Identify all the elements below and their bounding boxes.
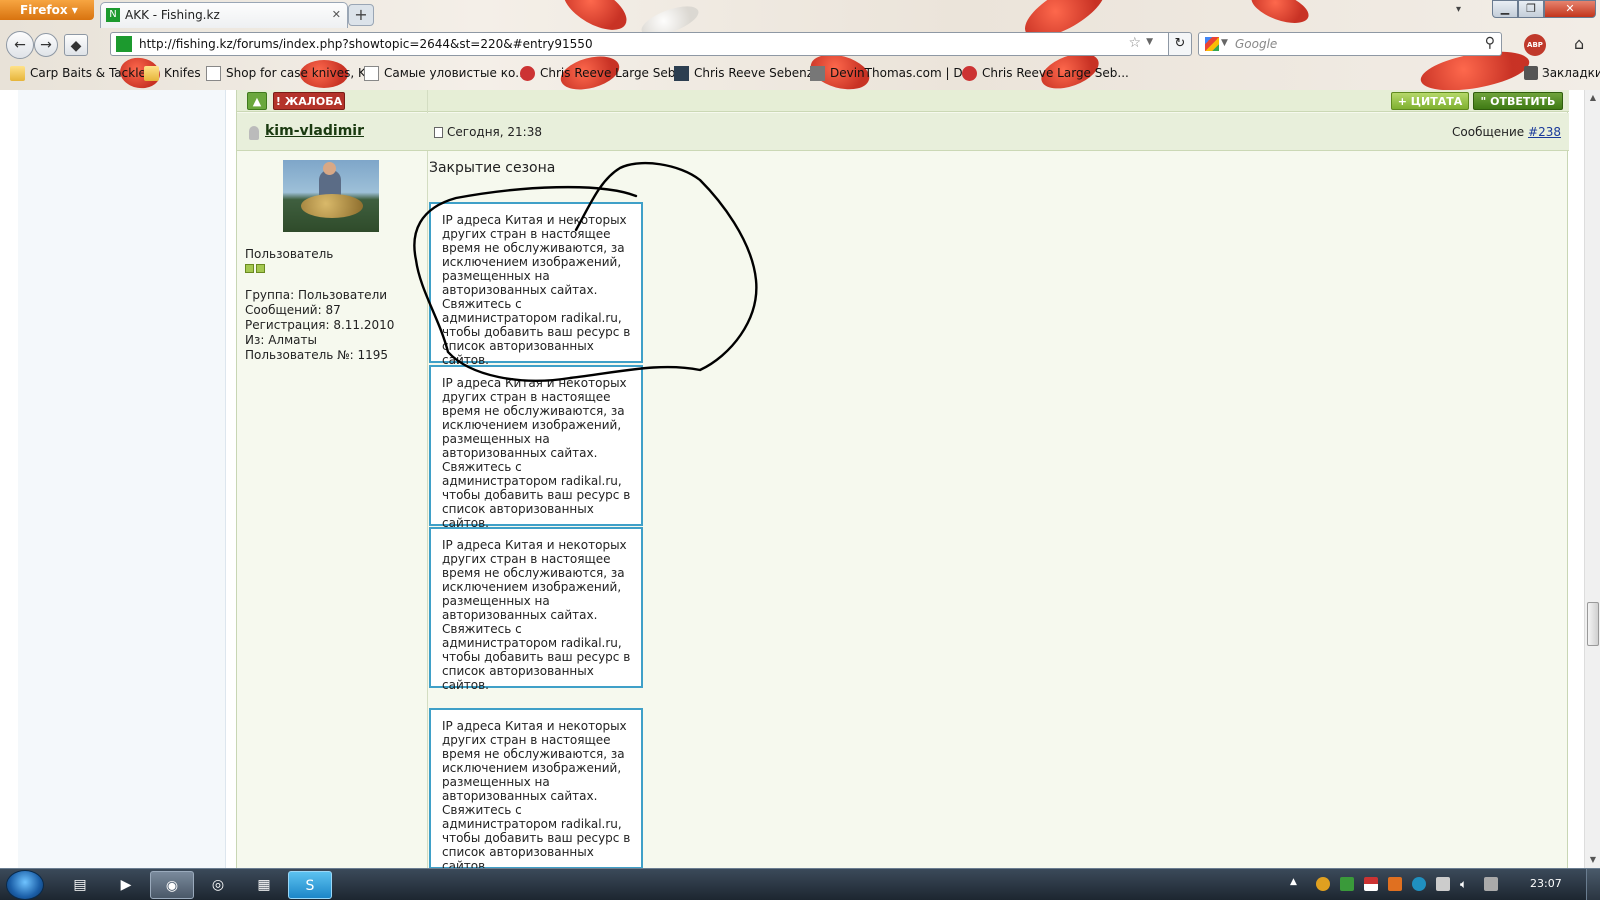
- show-desktop-button[interactable]: [1586, 869, 1600, 900]
- post-username-link[interactable]: kim-vladimir: [265, 123, 364, 139]
- bookmark-item[interactable]: Самые уловистые ко...: [364, 66, 527, 81]
- report-button[interactable]: ! ЖАЛОБА: [273, 92, 345, 110]
- scroll-top-button[interactable]: ▲: [247, 92, 267, 110]
- windows-taskbar: ▤ ▶ ◉ ◎ ▦ S ▲ 🔈︎ 23:07: [0, 868, 1600, 900]
- browser-tab[interactable]: N AKK - Fishing.kz ✕: [100, 2, 348, 28]
- bookmark-item[interactable]: Shop for case knives, K...: [206, 66, 377, 81]
- forward-button[interactable]: →: [34, 33, 58, 57]
- quote-button[interactable]: + ЦИТАТА: [1391, 92, 1469, 110]
- firefox-menu-button[interactable]: Firefox ▾: [0, 0, 94, 20]
- network-icon[interactable]: [1484, 877, 1498, 891]
- post-header: kim-vladimir Сегодня, 21:38 Сообщение #2…: [237, 113, 1569, 151]
- window-close-button[interactable]: ✕: [1544, 0, 1596, 18]
- folder-icon: [144, 66, 159, 81]
- scroll-down-icon[interactable]: ▼: [1585, 852, 1600, 868]
- site-identity-icon[interactable]: ◆: [64, 34, 88, 56]
- adblock-plus-icon[interactable]: ABP: [1524, 34, 1546, 56]
- image-placeholder[interactable]: IP адреса Китая и некоторых других стран…: [429, 708, 643, 868]
- volume-icon[interactable]: 🔈︎: [1460, 877, 1474, 891]
- vertical-scrollbar[interactable]: ▲ ▼: [1584, 90, 1600, 868]
- back-button[interactable]: ←: [6, 31, 34, 59]
- tab-title: AKK - Fishing.kz: [125, 8, 220, 22]
- post-document-icon: [434, 127, 443, 138]
- firefox-taskbar-icon[interactable]: ◉: [150, 871, 194, 899]
- clock[interactable]: 23:07: [1530, 877, 1562, 890]
- message-number-link[interactable]: #238: [1528, 125, 1561, 139]
- user-location: Из: Алматы: [245, 333, 317, 347]
- url-text: http://fishing.kz/forums/index.php?showt…: [139, 37, 593, 51]
- scroll-up-icon[interactable]: ▲: [1585, 90, 1600, 106]
- previous-post-actions: ▲ ! ЖАЛОБА + ЦИТАТА " ОТВЕТИТЬ: [237, 90, 1569, 112]
- user-info: Группа: Пользователи Сообщений: 87 Регис…: [245, 288, 394, 363]
- url-bar[interactable]: http://fishing.kz/forums/index.php?showt…: [110, 32, 1190, 56]
- google-icon: [1205, 37, 1219, 51]
- knife-icon: [962, 66, 977, 81]
- usb-icon[interactable]: [1436, 877, 1450, 891]
- left-sidebar: [18, 90, 226, 868]
- bookmark-star-icon[interactable]: ☆: [1128, 35, 1141, 51]
- bookmark-item[interactable]: Chris Reeve Large Seb...: [962, 66, 1129, 81]
- language-flag-icon[interactable]: [1364, 877, 1378, 891]
- koi-decoration: [1247, 0, 1313, 30]
- search-placeholder: Google: [1235, 37, 1278, 51]
- calculator-icon[interactable]: ▦: [242, 871, 286, 899]
- tray-app-icon[interactable]: [1340, 877, 1354, 891]
- dt-icon: [810, 66, 825, 81]
- xbox-icon: [674, 66, 689, 81]
- bookmark-item[interactable]: Carp Baits & Tackle: [10, 66, 146, 81]
- explorer-icon[interactable]: ▤: [58, 871, 102, 899]
- folder-icon: [10, 66, 25, 81]
- page-icon: [364, 66, 379, 81]
- tray-app-icon[interactable]: [1316, 877, 1330, 891]
- search-input[interactable]: ▼ Google ⚲: [1198, 32, 1502, 56]
- post-message-number: Сообщение #238: [1452, 125, 1561, 139]
- avatar[interactable]: [283, 160, 379, 232]
- tab-close-icon[interactable]: ✕: [332, 8, 341, 21]
- user-offline-icon: [249, 126, 259, 140]
- user-registration: Регистрация: 8.11.2010: [245, 318, 395, 332]
- new-tab-button[interactable]: +: [348, 4, 374, 26]
- user-group: Группа: Пользователи: [245, 288, 388, 302]
- bookmark-item[interactable]: Knifes: [144, 66, 201, 81]
- bookmark-item[interactable]: DevinThomas.com | D...: [810, 66, 974, 81]
- reload-button[interactable]: ↻: [1168, 32, 1192, 56]
- post-date: Сегодня, 21:38: [447, 125, 542, 139]
- tab-list-arrow-icon[interactable]: ▾: [1456, 4, 1461, 15]
- chrome-icon[interactable]: ◎: [196, 871, 240, 899]
- bookmark-item[interactable]: Chris Reeve Large Seb...: [520, 66, 687, 81]
- show-hidden-icons-icon[interactable]: ▲: [1290, 877, 1298, 891]
- site-favicon-icon: [116, 36, 132, 52]
- start-button[interactable]: [6, 870, 44, 900]
- search-icon[interactable]: ⚲: [1485, 35, 1495, 51]
- image-placeholder[interactable]: IP адреса Китая и некоторых других стран…: [429, 527, 643, 692]
- scrollbar-thumb[interactable]: [1587, 602, 1599, 646]
- page-icon: [206, 66, 221, 81]
- home-icon[interactable]: ⌂: [1574, 34, 1584, 53]
- page-content: ▲ ! ЖАЛОБА + ЦИТАТА " ОТВЕТИТЬ kim-vladi…: [0, 90, 1584, 868]
- browser-chrome: Firefox ▾ N AKK - Fishing.kz ✕ + ▾ ▁ ❐ ✕…: [0, 0, 1600, 90]
- bookmarks-menu-button[interactable]: Закладки: [1524, 66, 1600, 80]
- bookmarks-icon: [1524, 66, 1538, 80]
- window-minimize-button[interactable]: ▁: [1492, 0, 1518, 18]
- bookmark-item[interactable]: Chris Reeve Sebenza: [674, 66, 820, 81]
- tray-app-icon[interactable]: [1412, 877, 1426, 891]
- image-placeholder[interactable]: IP адреса Китая и некоторых других стран…: [429, 202, 643, 367]
- window-restore-button[interactable]: ❐: [1518, 0, 1544, 18]
- knife-icon: [520, 66, 535, 81]
- user-rank-pips: [245, 262, 267, 276]
- search-engine-dropdown-icon[interactable]: ▼: [1221, 38, 1228, 48]
- post-title: Закрытие сезона: [429, 160, 556, 176]
- user-number: Пользователь №: 1195: [245, 348, 389, 362]
- column-divider: [427, 90, 428, 868]
- user-title: Пользователь: [245, 247, 334, 261]
- site-favicon-icon: N: [106, 8, 120, 22]
- user-post-count: Сообщений: 87: [245, 303, 341, 317]
- forum-post: ▲ ! ЖАЛОБА + ЦИТАТА " ОТВЕТИТЬ kim-vladi…: [236, 90, 1569, 868]
- reply-button[interactable]: " ОТВЕТИТЬ: [1473, 92, 1563, 110]
- tray-app-icon[interactable]: [1388, 877, 1402, 891]
- image-placeholder[interactable]: IP адреса Китая и некоторых других стран…: [429, 365, 643, 530]
- skype-icon[interactable]: S: [288, 871, 332, 899]
- url-dropdown-icon[interactable]: ▼: [1146, 37, 1153, 47]
- media-player-icon[interactable]: ▶: [104, 871, 148, 899]
